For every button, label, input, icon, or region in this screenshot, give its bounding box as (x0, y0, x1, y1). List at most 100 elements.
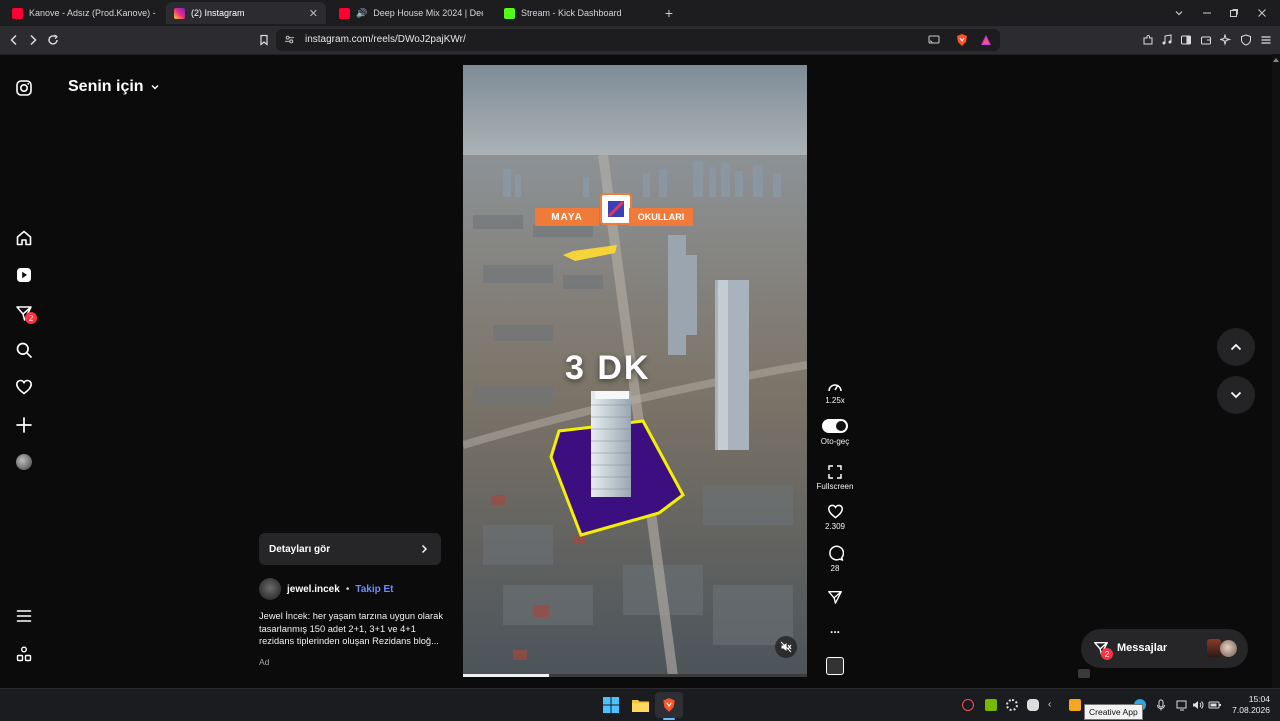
media-icon[interactable] (1159, 32, 1175, 48)
scrollbar-arrow-up-icon[interactable] (1273, 58, 1279, 62)
close-window-button[interactable] (1254, 5, 1270, 21)
tab-instagram[interactable]: (2) Instagram ✕ (166, 2, 326, 24)
microphone-icon[interactable] (1155, 699, 1167, 711)
clock-time: 15:04 (1248, 694, 1270, 704)
feed-selector[interactable]: Senin için (68, 78, 160, 96)
mini-indicator (1078, 669, 1090, 678)
heart-icon (827, 504, 843, 519)
network-icon[interactable] (1176, 699, 1188, 711)
more-menu-icon[interactable] (14, 606, 34, 626)
like-count: 2.309 (824, 522, 846, 531)
sidebar-toggle-icon[interactable] (1178, 32, 1194, 48)
url-text: instagram.com/reels/DWoJ2pajKWr/ (305, 34, 466, 45)
comment-icon (828, 545, 844, 561)
cast-icon[interactable] (928, 34, 940, 45)
system-clock[interactable]: 15:04 7.08.2026 (1232, 694, 1270, 716)
reel-progress-bar[interactable] (463, 674, 807, 677)
file-explorer-icon[interactable] (632, 697, 649, 713)
discord-icon[interactable] (1027, 699, 1039, 711)
tray-arrow-icon[interactable]: ‹ (1048, 699, 1060, 711)
search-icon[interactable] (14, 340, 34, 360)
previous-reel-button[interactable] (1217, 328, 1255, 366)
chevron-down-icon (150, 82, 160, 92)
next-reel-button[interactable] (1217, 376, 1255, 414)
fullscreen-label: Fullscreen (816, 482, 854, 491)
minimize-button[interactable] (1199, 5, 1215, 21)
author-username[interactable]: jewel.incek (287, 584, 340, 595)
tab-deep-house[interactable]: 🔊 Deep House Mix 2024 | Deep Ho (331, 2, 491, 24)
nvidia-icon[interactable] (985, 699, 997, 711)
autoplay-label: Oto-geç (820, 437, 850, 446)
like-button[interactable]: 2.309 (815, 503, 855, 531)
audio-thumbnail[interactable] (826, 657, 844, 675)
mute-icon[interactable] (775, 636, 797, 658)
creative-app-icon[interactable] (1069, 699, 1081, 711)
tray-settings-icon[interactable] (1006, 699, 1018, 711)
new-tab-button[interactable]: + (661, 5, 677, 21)
volume-icon[interactable] (1192, 699, 1204, 711)
messages-button[interactable]: 2 Messajlar (1081, 629, 1248, 668)
comment-button[interactable]: 28 (815, 545, 855, 573)
follow-button[interactable]: Takip Et (355, 584, 393, 595)
page-scrollbar[interactable] (1272, 54, 1280, 688)
site-info-icon[interactable] (284, 34, 295, 45)
ad-label: Ad (259, 657, 270, 667)
extensions-icon[interactable] (1140, 32, 1156, 48)
more-options-button[interactable]: ... (815, 622, 855, 636)
distance-label: 3 DK (565, 349, 651, 387)
wallet-icon[interactable] (1198, 32, 1214, 48)
speaker-icon: 🔊 (356, 7, 368, 18)
heart-icon[interactable] (14, 377, 34, 397)
clock-date: 7.08.2026 (1232, 705, 1270, 715)
tab-title: (2) Instagram (191, 8, 245, 18)
windows-start-icon[interactable] (603, 697, 619, 713)
fullscreen-button[interactable]: Fullscreen (815, 465, 855, 491)
chevron-down-icon (1230, 391, 1242, 399)
fullscreen-icon (828, 465, 842, 479)
leo-ai-icon[interactable] (1218, 32, 1234, 48)
tray-app-icon[interactable] (962, 699, 974, 711)
tab-list-chevron-icon[interactable] (1171, 5, 1187, 21)
forward-icon[interactable] (25, 32, 41, 48)
tab-youtube-kanove[interactable]: Kanove - Adsız (Prod.Kanove) - YouTube (4, 2, 164, 24)
taskbar-tooltip: Creative App (1084, 704, 1143, 720)
see-details-label: Detayları gör (269, 543, 331, 555)
reels-icon[interactable] (14, 265, 34, 285)
see-details-button[interactable]: Detayları gör (259, 533, 441, 565)
vpn-shield-icon[interactable] (1238, 32, 1254, 48)
brave-rewards-icon[interactable] (980, 34, 992, 46)
reel-progress-fill (463, 674, 549, 677)
browser-tab-strip: Kanove - Adsız (Prod.Kanove) - YouTube (… (0, 0, 1280, 26)
bookmark-icon[interactable] (256, 32, 272, 48)
profile-avatar[interactable] (14, 452, 34, 472)
restore-button[interactable] (1226, 5, 1242, 21)
autoplay-switch[interactable] (822, 419, 848, 433)
separator-dot: • (345, 583, 350, 595)
speed-label: 1.25x (825, 396, 845, 405)
browser-toolbar: instagram.com/reels/DWoJ2pajKWr/ (0, 26, 1280, 55)
messages-label: Messajlar (1117, 642, 1168, 654)
back-icon[interactable] (6, 32, 22, 48)
youtube-icon (12, 7, 23, 19)
comment-count: 28 (830, 564, 840, 573)
reel-video[interactable]: MAYA OKULLARI 3 DK (463, 65, 807, 676)
share-button[interactable] (815, 589, 855, 608)
reel-caption[interactable]: Jewel İncek: her yaşam tarzına uygun ola… (259, 610, 445, 648)
speed-control[interactable]: 1.25x (815, 381, 855, 405)
apps-grid-icon[interactable] (14, 644, 34, 664)
brave-shields-icon[interactable] (956, 33, 968, 47)
close-tab-icon[interactable]: ✕ (309, 7, 318, 20)
autoplay-toggle[interactable]: Oto-geç (815, 419, 855, 446)
address-bar[interactable]: instagram.com/reels/DWoJ2pajKWr/ (276, 29, 1000, 51)
brave-browser-icon[interactable] (655, 692, 683, 718)
tab-kick-dashboard[interactable]: Stream - Kick Dashboard (496, 2, 656, 24)
instagram-logo-icon[interactable] (14, 78, 34, 98)
menu-icon[interactable] (1258, 32, 1274, 48)
home-icon[interactable] (14, 228, 34, 248)
create-plus-icon[interactable] (14, 415, 34, 435)
author-avatar[interactable] (259, 578, 281, 600)
battery-icon[interactable] (1208, 699, 1222, 711)
chevron-right-icon (419, 544, 429, 554)
school-label-right: OKULLARI (629, 208, 693, 226)
reload-icon[interactable] (45, 32, 61, 48)
